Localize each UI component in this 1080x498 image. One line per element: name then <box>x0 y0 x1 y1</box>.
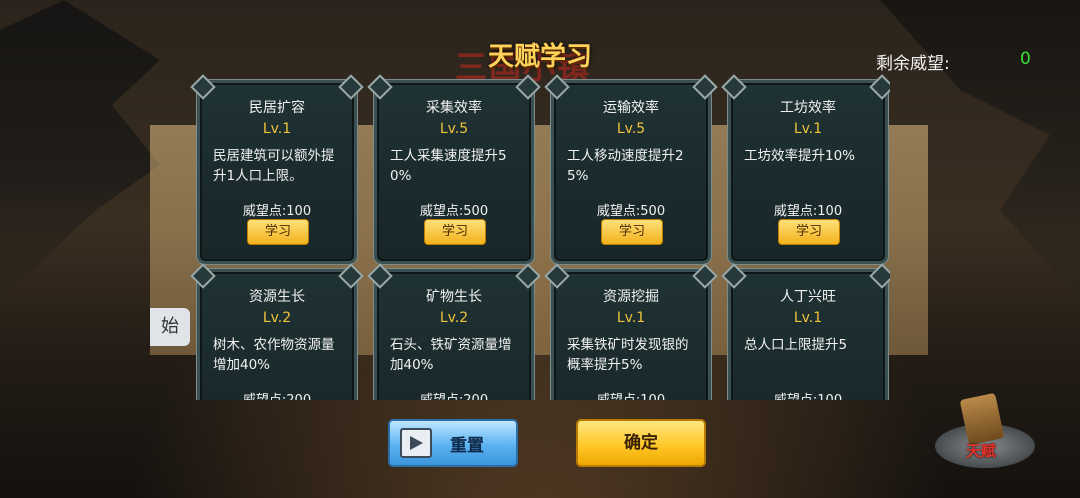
talent-cost: 威望点:500 <box>596 204 666 219</box>
talent-menu-button[interactable]: 天赋 <box>930 392 1040 476</box>
talent-description: 总人口上限提升5 <box>744 337 848 353</box>
talent-name: 矿物生长 <box>426 289 482 305</box>
talent-description: 民居建筑可以额外提升1人口上限。 <box>213 148 335 184</box>
talent-cost: 威望点:100 <box>773 204 843 219</box>
confirm-button[interactable]: 确定 <box>576 419 706 467</box>
talent-description: 工坊效率提升10% <box>744 148 856 164</box>
learn-button[interactable]: 学习 <box>601 219 663 245</box>
learn-button[interactable]: 学习 <box>778 219 840 245</box>
talent-description: 石头、铁矿资源量增加40% <box>390 337 512 373</box>
talent-card-mineral-growth: 矿物生长 Lv.2 石头、铁矿资源量增加40% 威望点:200 学习 <box>374 269 534 400</box>
talent-description: 工人采集速度提升50% <box>390 148 507 184</box>
talent-description: 采集铁矿时发现银的概率提升5% <box>567 337 689 373</box>
talent-cost: 威望点:200 <box>377 389 531 400</box>
talent-card-population-boom: 人丁兴旺 Lv.1 总人口上限提升5 威望点:100 学习 <box>728 269 888 400</box>
talent-card-resource-growth: 资源生长 Lv.2 树木、农作物资源量增加40% 威望点:200 学习 <box>197 269 357 400</box>
talent-name: 资源挖掘 <box>603 289 659 305</box>
talent-description: 树木、农作物资源量增加40% <box>213 337 335 373</box>
talent-card-gathering-efficiency: 采集效率 Lv.5 工人采集速度提升50% 威望点:500 学习 <box>374 80 534 264</box>
talent-level: Lv.1 <box>262 121 292 137</box>
talent-cost: 威望点:100 <box>554 389 708 400</box>
background-start-button: 始 <box>150 308 190 346</box>
talent-cost: 威望点:500 <box>419 204 489 219</box>
talent-name: 资源生长 <box>249 289 305 305</box>
talent-level: Lv.2 <box>262 310 292 326</box>
learn-button[interactable]: 学习 <box>247 219 309 245</box>
talent-level: Lv.1 <box>793 121 823 137</box>
talent-description: 工人移动速度提升25% <box>567 148 684 184</box>
reset-button-label: 重置 <box>450 436 484 456</box>
talent-grid[interactable]: 民居扩容 Lv.1 民居建筑可以额外提升1人口上限。 威望点:100 学习 采集… <box>190 70 890 400</box>
dialog-title: 天赋学习 <box>487 42 592 72</box>
talent-card-workshop-efficiency: 工坊效率 Lv.1 工坊效率提升10% 威望点:100 学习 <box>728 80 888 264</box>
talent-cost: 威望点:100 <box>242 204 312 219</box>
talent-level: Lv.5 <box>616 121 646 137</box>
talent-card-housing-expansion: 民居扩容 Lv.1 民居建筑可以额外提升1人口上限。 威望点:100 学习 <box>197 80 357 264</box>
learn-button[interactable]: 学习 <box>424 219 486 245</box>
talent-name: 民居扩容 <box>249 100 305 116</box>
talent-cost: 威望点:200 <box>200 389 354 400</box>
talent-level: Lv.2 <box>439 310 469 326</box>
play-icon <box>400 428 432 458</box>
talent-name: 采集效率 <box>426 100 482 116</box>
talent-card-transport-efficiency: 运输效率 Lv.5 工人移动速度提升25% 威望点:500 学习 <box>551 80 711 264</box>
talent-level: Lv.1 <box>616 310 646 326</box>
talent-menu-label: 天赋 <box>966 442 997 460</box>
remaining-prestige-value: 0 <box>1020 49 1031 69</box>
reset-button[interactable]: 重置 <box>388 419 518 467</box>
talent-name: 运输效率 <box>603 100 659 116</box>
talent-name: 工坊效率 <box>780 100 836 116</box>
talent-level: Lv.5 <box>439 121 469 137</box>
talent-cost: 威望点:100 <box>731 389 885 400</box>
talent-level: Lv.1 <box>793 310 823 326</box>
talent-card-resource-mining: 资源挖掘 Lv.1 采集铁矿时发现银的概率提升5% 威望点:100 学习 <box>551 269 711 400</box>
talent-name: 人丁兴旺 <box>780 289 836 305</box>
